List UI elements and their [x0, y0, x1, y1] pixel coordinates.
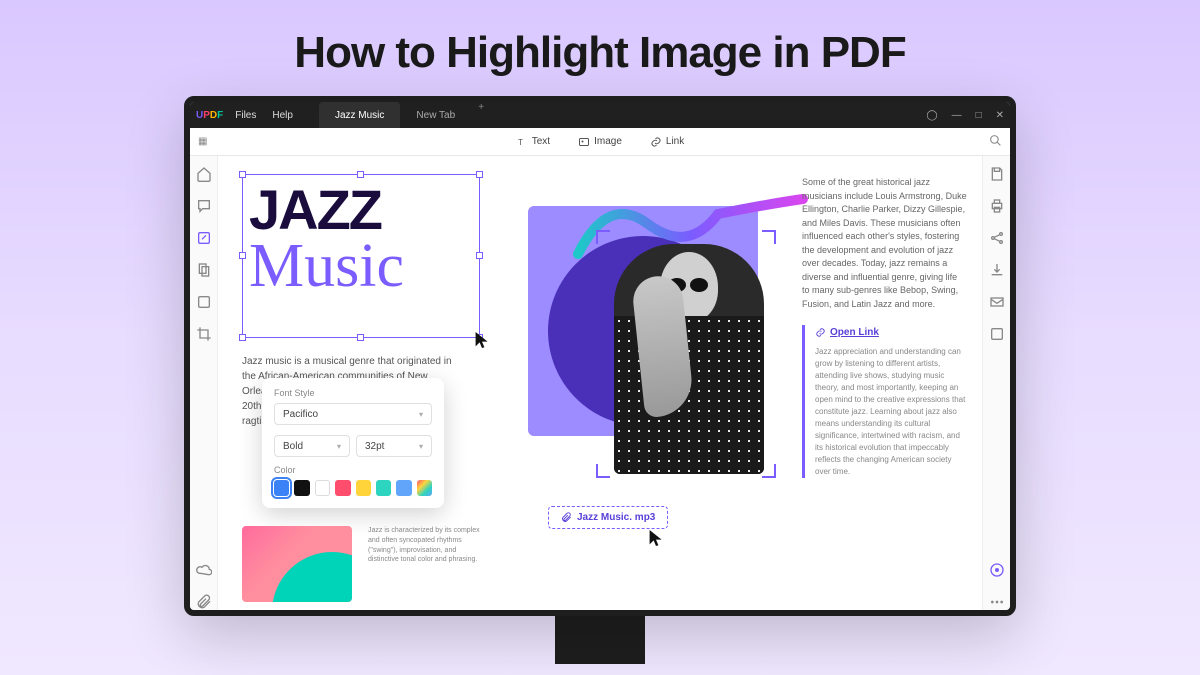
convert-icon[interactable]	[989, 326, 1005, 342]
color-swatches	[274, 480, 432, 496]
comment-icon[interactable]	[196, 198, 212, 214]
link-callout: Open Link Jazz appreciation and understa…	[802, 325, 967, 478]
assistant-icon[interactable]	[989, 562, 1005, 578]
text-icon: T	[516, 136, 528, 148]
close-button[interactable]: ✕	[996, 110, 1004, 121]
minimize-button[interactable]: —	[952, 110, 962, 121]
menu-files[interactable]: Files	[235, 110, 256, 121]
tools-icon[interactable]	[196, 294, 212, 310]
monitor-frame: UPDF Files Help Jazz Music New Tab + ◯ —…	[184, 96, 1016, 664]
right-toolbar	[982, 156, 1010, 610]
mini-paragraph: Jazz is characterized by its complex and…	[368, 526, 488, 565]
page-title: How to Highlight Image in PDF	[0, 0, 1200, 96]
font-style-label: Font Style	[274, 388, 315, 398]
mail-icon[interactable]	[989, 294, 1005, 310]
image-icon	[578, 136, 590, 148]
tool-link[interactable]: Link	[650, 136, 684, 148]
color-swatch[interactable]	[315, 480, 330, 496]
color-swatch[interactable]	[356, 480, 371, 496]
add-tab-button[interactable]: +	[471, 102, 491, 128]
edit-icon[interactable]	[196, 230, 212, 246]
color-swatch[interactable]	[335, 480, 350, 496]
tool-image[interactable]: Image	[578, 136, 622, 148]
attachment-chip[interactable]: Jazz Music. mp3	[548, 506, 668, 529]
decorative-image	[242, 526, 352, 602]
paperclip-icon	[561, 512, 572, 523]
open-link-button[interactable]: Open Link	[815, 325, 967, 340]
menu-help[interactable]: Help	[272, 110, 293, 121]
text-selection-frame[interactable]: JAZZ Music	[242, 174, 480, 338]
right-column: Some of the great historical jazz musici…	[802, 176, 967, 478]
font-style-panel: Font Style Pacifico Bold 32pt Color	[262, 378, 444, 508]
tool-text[interactable]: T Text	[516, 136, 550, 148]
color-swatch[interactable]	[294, 480, 309, 496]
user-icon[interactable]: ◯	[926, 110, 937, 121]
cursor-icon	[474, 330, 490, 350]
cloud-icon[interactable]	[196, 562, 212, 578]
heading-jazz: JAZZ	[243, 175, 479, 235]
screen: UPDF Files Help Jazz Music New Tab + ◯ —…	[184, 96, 1016, 616]
export-icon[interactable]	[989, 262, 1005, 278]
link-icon	[650, 136, 662, 148]
search-icon[interactable]	[989, 134, 1002, 150]
panel-toggle-icon[interactable]: ▦	[198, 136, 207, 147]
app-logo: UPDF	[196, 110, 223, 121]
image-crop-frame[interactable]	[596, 230, 776, 478]
color-label: Color	[274, 465, 432, 475]
title-bar: UPDF Files Help Jazz Music New Tab + ◯ —…	[190, 102, 1010, 128]
home-icon[interactable]	[196, 166, 212, 182]
maximize-button[interactable]: □	[976, 110, 982, 121]
left-toolbar	[190, 156, 218, 610]
document-canvas[interactable]: JAZZ Music Jazz music is a musical genre…	[218, 156, 982, 610]
gradient-swatch[interactable]	[417, 480, 432, 496]
monitor-stand	[555, 614, 645, 664]
crop-icon[interactable]	[196, 326, 212, 342]
pages-icon[interactable]	[196, 262, 212, 278]
edit-toolbar: ▦ T Text Image Link	[190, 128, 1010, 156]
print-icon[interactable]	[989, 198, 1005, 214]
color-swatch[interactable]	[274, 480, 289, 496]
heading-music: Music	[243, 235, 479, 297]
color-swatch[interactable]	[376, 480, 391, 496]
share-icon[interactable]	[989, 230, 1005, 246]
font-weight-select[interactable]: Bold	[274, 435, 350, 457]
more-icon[interactable]	[989, 594, 1005, 610]
svg-text:T: T	[518, 138, 523, 147]
tab-new[interactable]: New Tab	[400, 102, 471, 128]
link-paragraph: Jazz appreciation and understanding can …	[815, 346, 967, 478]
center-image-group	[518, 176, 778, 486]
save-icon[interactable]	[989, 166, 1005, 182]
color-swatch[interactable]	[396, 480, 411, 496]
link-icon	[815, 327, 826, 338]
right-paragraph: Some of the great historical jazz musici…	[802, 176, 967, 311]
font-size-select[interactable]: 32pt	[356, 435, 432, 457]
attachment-icon[interactable]	[196, 594, 212, 610]
font-family-select[interactable]: Pacifico	[274, 403, 432, 425]
cursor-icon	[648, 528, 664, 548]
tab-active[interactable]: Jazz Music	[319, 102, 400, 128]
